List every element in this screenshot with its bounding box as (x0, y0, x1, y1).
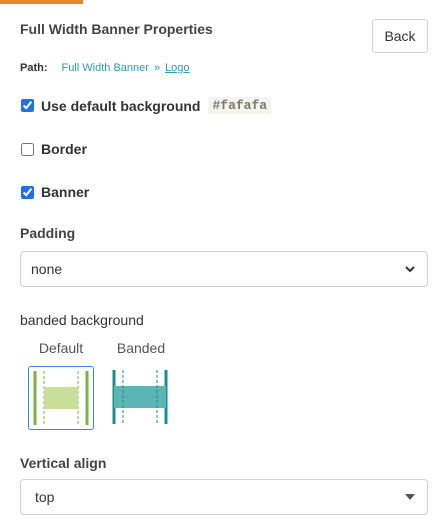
breadcrumb-label: Path: (20, 62, 48, 74)
use-default-background-checkbox[interactable] (21, 99, 34, 112)
breadcrumb-separator: » (153, 62, 161, 74)
border-row[interactable]: Border (20, 141, 87, 157)
back-button[interactable]: Back (372, 19, 428, 53)
vertical-align-label: Vertical align (20, 455, 107, 471)
page-title: Full Width Banner Properties (20, 21, 213, 37)
padding-label: Padding (20, 225, 76, 241)
banner-label: Banner (41, 184, 90, 200)
vertical-align-select[interactable]: top (20, 479, 428, 515)
caret-down-icon (405, 494, 415, 500)
default-background-icon (33, 371, 89, 425)
padding-select-value: none (31, 261, 63, 277)
active-tab-indicator (0, 0, 83, 4)
banded-option-caption: Banded (116, 340, 166, 356)
padding-select[interactable]: none (20, 251, 428, 287)
breadcrumb-current-link[interactable]: Logo (165, 62, 189, 74)
border-label: Border (41, 141, 87, 157)
chevron-down-icon (405, 266, 415, 273)
breadcrumb: Path: Full Width Banner » Logo (20, 62, 190, 74)
banner-checkbox[interactable] (21, 185, 34, 199)
default-option-caption: Default (38, 340, 84, 356)
vertical-align-select-value: top (35, 489, 55, 505)
banded-background-icon (112, 370, 168, 424)
banner-row[interactable]: Banner (20, 184, 89, 200)
border-checkbox[interactable] (21, 142, 34, 156)
breadcrumb-parent-link[interactable]: Full Width Banner (62, 62, 149, 74)
default-background-color-code: #fafafa (208, 97, 272, 114)
use-default-background-row[interactable]: Use default background #fafafa (20, 97, 272, 114)
use-default-background-label: Use default background (41, 97, 201, 114)
banded-background-option[interactable] (108, 366, 174, 430)
banded-background-label: banded background (20, 312, 144, 328)
default-background-option[interactable] (28, 366, 94, 430)
